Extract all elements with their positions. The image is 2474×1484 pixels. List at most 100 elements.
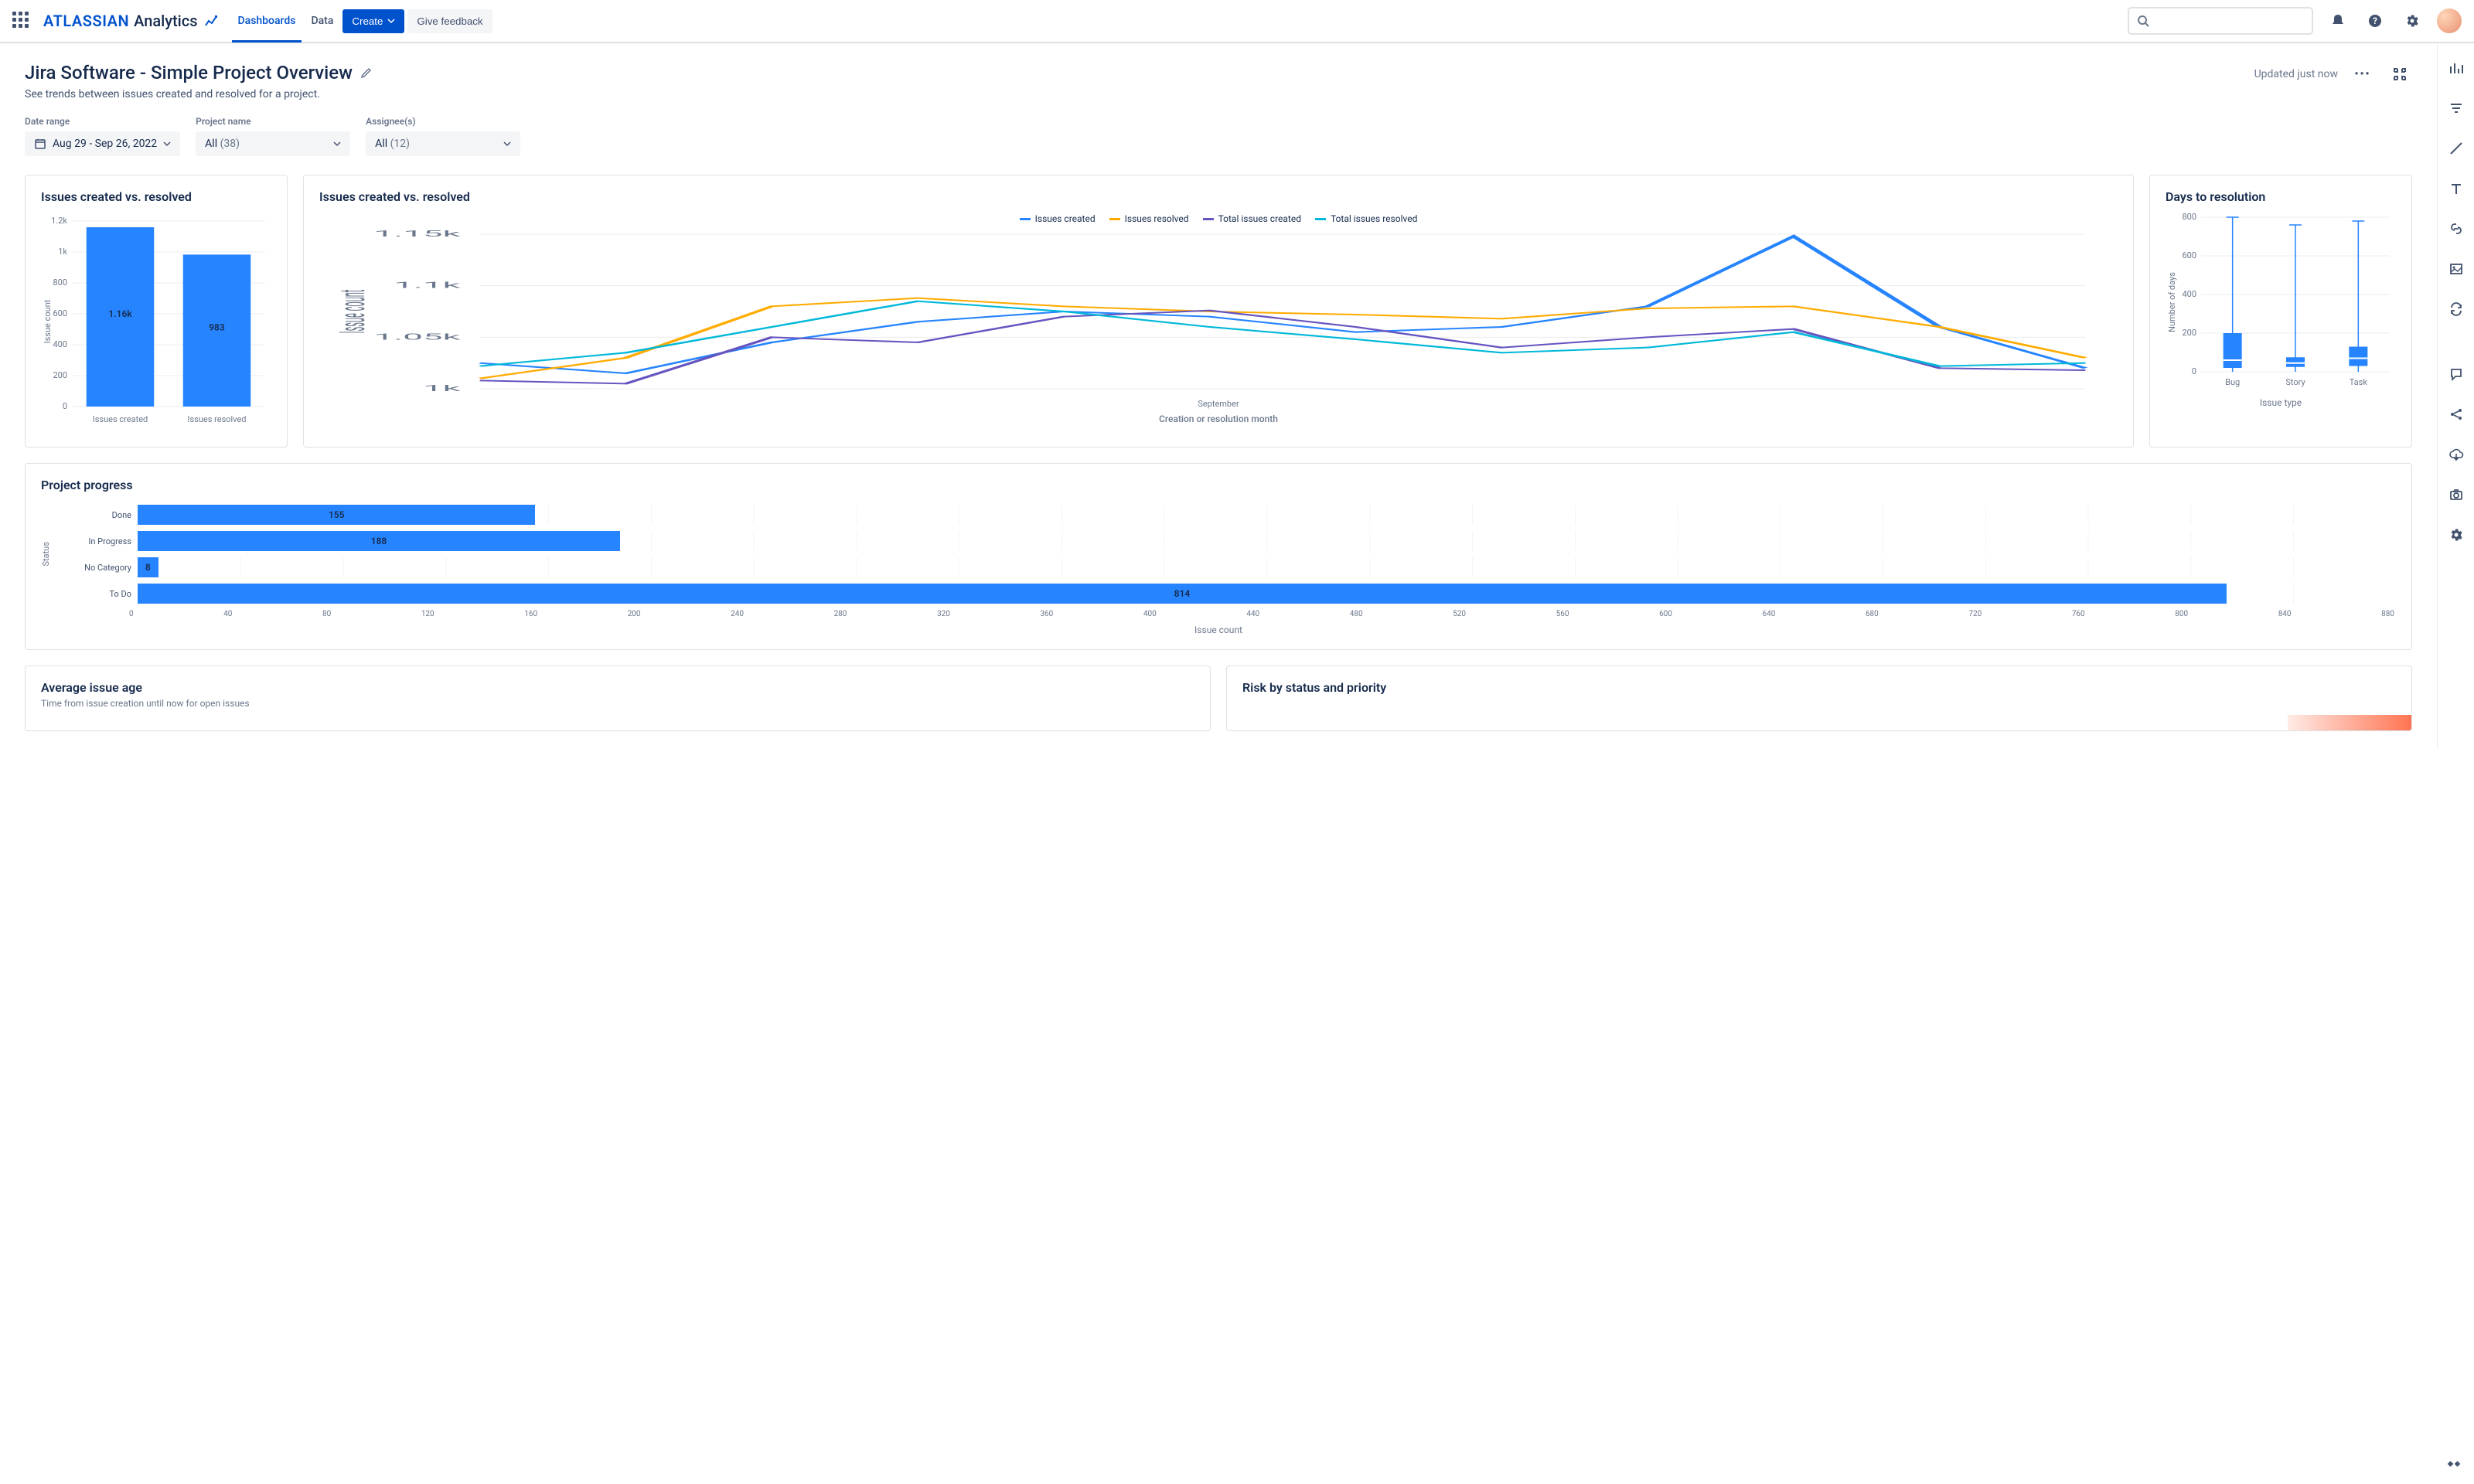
edit-title-icon[interactable] bbox=[360, 66, 373, 79]
svg-text:?: ? bbox=[2373, 15, 2377, 26]
filter-project-value: All bbox=[205, 138, 217, 150]
svg-text:1.16k: 1.16k bbox=[108, 308, 132, 319]
bar-chart: 02004006008001k1.2k1.16kIssues created98… bbox=[41, 213, 273, 430]
collapse-panel-icon[interactable] bbox=[2442, 1452, 2466, 1476]
svg-text:400: 400 bbox=[2182, 289, 2196, 299]
filter-bar: Date range Aug 29 - Sep 26, 2022 Project… bbox=[25, 116, 2412, 156]
svg-text:0: 0 bbox=[63, 401, 67, 411]
filter-assignee[interactable]: All (12) bbox=[366, 131, 520, 156]
filter-project[interactable]: All (38) bbox=[196, 131, 350, 156]
box-xlabel: Issue type bbox=[2166, 397, 2396, 408]
line-chart: 1k 1.05k 1.1k 1.15k Issue count bbox=[319, 230, 2118, 393]
line-xlabel: Creation or resolution month bbox=[319, 414, 2118, 424]
search-input[interactable] bbox=[2128, 7, 2313, 35]
svg-text:600: 600 bbox=[2182, 250, 2196, 260]
risk-heatmap-preview bbox=[2288, 715, 2411, 731]
rail-image-icon[interactable] bbox=[2444, 257, 2469, 281]
svg-text:0: 0 bbox=[2192, 366, 2196, 376]
svg-text:800: 800 bbox=[2182, 213, 2196, 222]
calendar-icon bbox=[34, 138, 46, 150]
rail-refresh-icon[interactable] bbox=[2444, 297, 2469, 322]
user-avatar[interactable] bbox=[2437, 9, 2462, 33]
card-title: Risk by status and priority bbox=[1242, 680, 2396, 695]
svg-text:400: 400 bbox=[53, 339, 67, 349]
card-subtitle: Time from issue creation until now for o… bbox=[41, 698, 1194, 709]
svg-text:Issue count: Issue count bbox=[43, 299, 53, 343]
card-project-progress: Project progress Status Done155In Progre… bbox=[25, 463, 2412, 650]
give-feedback-button[interactable]: Give feedback bbox=[407, 9, 492, 33]
rail-link-icon[interactable] bbox=[2444, 216, 2469, 241]
search-icon bbox=[2137, 15, 2149, 27]
card-title: Average issue age bbox=[41, 680, 1194, 695]
rail-line-icon[interactable] bbox=[2444, 136, 2469, 161]
rail-cloud-download-icon[interactable] bbox=[2444, 442, 2469, 467]
create-button-label: Create bbox=[352, 15, 383, 27]
card-title: Issues created vs. resolved bbox=[41, 189, 271, 204]
filter-assignee-count: (12) bbox=[390, 138, 410, 150]
svg-text:1.1k: 1.1k bbox=[394, 281, 461, 291]
card-days-to-resolution: Days to resolution 0200400600800BugStory… bbox=[2149, 175, 2412, 448]
chevron-down-icon bbox=[503, 140, 511, 148]
svg-text:Task: Task bbox=[2350, 377, 2368, 387]
product-logo[interactable]: ATLASSIAN Analytics bbox=[43, 12, 220, 30]
filter-project-count: (38) bbox=[220, 138, 240, 150]
box-plot: 0200400600800BugStoryTaskNumber of days bbox=[2166, 213, 2397, 391]
hbar-x-ticks: 0408012016020024028032036040044048052056… bbox=[128, 610, 2396, 618]
notifications-icon[interactable] bbox=[2326, 9, 2350, 33]
svg-text:200: 200 bbox=[2182, 328, 2196, 338]
svg-text:800: 800 bbox=[53, 277, 67, 288]
help-icon[interactable]: ? bbox=[2363, 9, 2387, 33]
more-actions-icon[interactable]: ••• bbox=[2350, 62, 2375, 87]
updated-text: Updated just now bbox=[2254, 68, 2338, 80]
hbar-chart: Done155In Progress188No Category8To Do81… bbox=[54, 502, 2396, 607]
card-title: Project progress bbox=[41, 478, 2396, 492]
filter-date-range[interactable]: Aug 29 - Sep 26, 2022 bbox=[25, 131, 180, 156]
legend-item-label: Issues created bbox=[1035, 213, 1096, 224]
rail-settings-icon[interactable] bbox=[2444, 522, 2469, 547]
page-title: Jira Software - Simple Project Overview bbox=[25, 62, 353, 83]
create-button[interactable]: Create bbox=[342, 9, 404, 33]
card-bar-created-resolved: Issues created vs. resolved 0 200 400 600 80… bbox=[25, 175, 288, 448]
rail-chart-icon[interactable] bbox=[2444, 56, 2469, 80]
rail-share-icon[interactable] bbox=[2444, 402, 2469, 427]
exit-fullscreen-icon[interactable] bbox=[2387, 62, 2412, 87]
app-switcher-icon[interactable] bbox=[12, 12, 31, 30]
svg-text:Number of days: Number of days bbox=[2167, 272, 2177, 332]
rail-comment-icon[interactable] bbox=[2444, 362, 2469, 386]
filter-date-value: Aug 29 - Sep 26, 2022 bbox=[53, 138, 157, 150]
rail-camera-icon[interactable] bbox=[2444, 482, 2469, 507]
page-subtitle: See trends between issues created and re… bbox=[25, 88, 373, 100]
svg-text:Issue count: Issue count bbox=[332, 290, 374, 334]
legend-item-label: Total issues created bbox=[1218, 213, 1301, 224]
settings-icon[interactable] bbox=[2400, 9, 2425, 33]
filter-assignee-value: All bbox=[375, 138, 387, 150]
legend-item-label: Total issues resolved bbox=[1331, 213, 1417, 224]
right-tool-rail bbox=[2437, 43, 2474, 750]
chevron-down-icon bbox=[387, 17, 395, 25]
rail-text-icon[interactable] bbox=[2444, 176, 2469, 201]
analytics-logo-icon bbox=[204, 13, 220, 29]
svg-text:Issues resolved: Issues resolved bbox=[187, 414, 246, 424]
hbar-ylabel: Status bbox=[41, 542, 51, 566]
svg-text:1.05k: 1.05k bbox=[374, 332, 461, 342]
nav-tabs: Dashboards Data Create Give feedback bbox=[232, 1, 492, 41]
top-navigation: ATLASSIAN Analytics Dashboards Data Crea… bbox=[0, 0, 2474, 43]
svg-text:1.15k: 1.15k bbox=[374, 230, 461, 239]
chevron-down-icon bbox=[163, 140, 171, 148]
brand-word-primary: ATLASSIAN bbox=[43, 12, 129, 30]
nav-tab-data[interactable]: Data bbox=[305, 1, 339, 41]
page-header: Jira Software - Simple Project Overview … bbox=[25, 62, 2412, 100]
rail-filter-icon[interactable] bbox=[2444, 96, 2469, 121]
filter-label-assignee: Assignee(s) bbox=[366, 116, 520, 127]
line-xtick: September bbox=[319, 399, 2118, 409]
filter-label-date: Date range bbox=[25, 116, 180, 127]
nav-tab-dashboards[interactable]: Dashboards bbox=[232, 1, 302, 41]
card-title: Days to resolution bbox=[2166, 189, 2396, 204]
line-legend: Issues created Issues resolved Total iss… bbox=[319, 213, 2118, 224]
svg-text:Issues created: Issues created bbox=[93, 414, 148, 424]
svg-text:1.2k: 1.2k bbox=[51, 216, 67, 226]
svg-text:200: 200 bbox=[53, 370, 67, 380]
hbar-xlabel: Issue count bbox=[41, 625, 2396, 635]
svg-text:600: 600 bbox=[53, 308, 67, 318]
svg-text:1k: 1k bbox=[423, 383, 461, 393]
